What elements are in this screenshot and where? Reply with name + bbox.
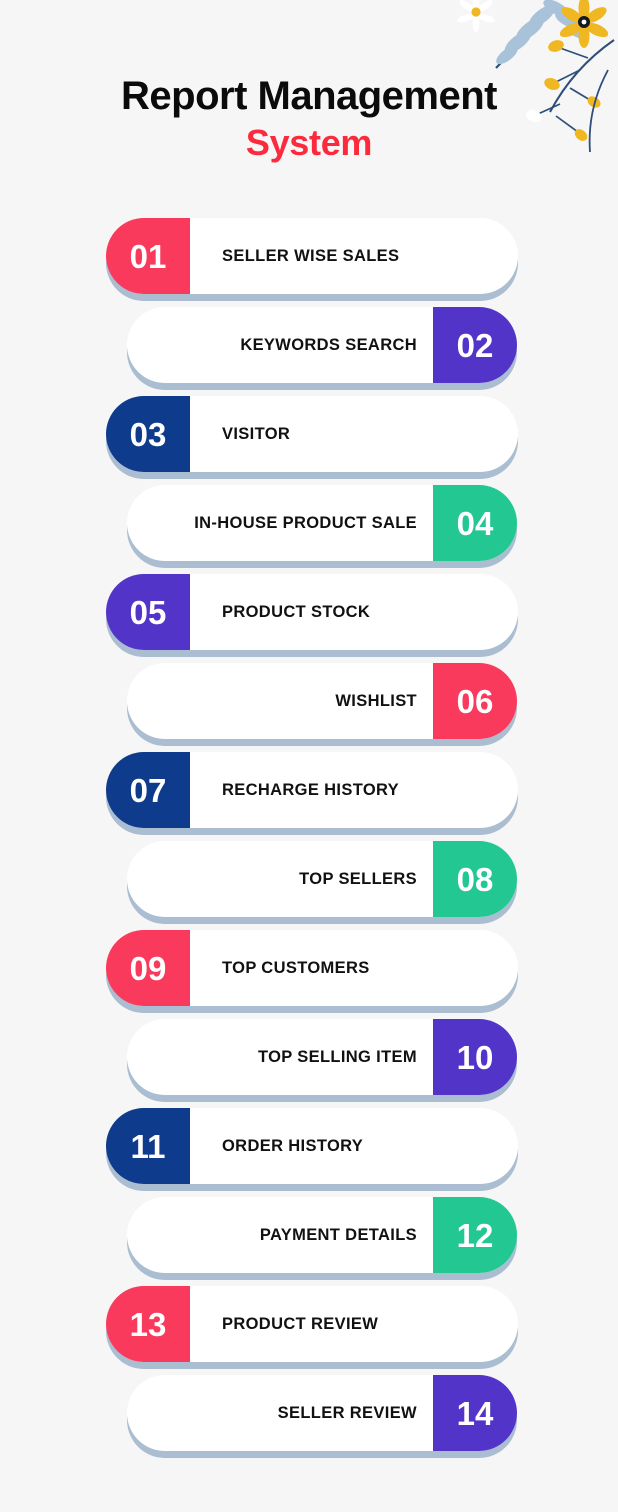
item-number-badge: 12 bbox=[433, 1197, 517, 1273]
report-item-pill[interactable]: 04 IN-HOUSE PRODUCT SALE bbox=[127, 485, 517, 568]
item-title-label: TOP SELLING ITEM bbox=[257, 1047, 417, 1066]
page-title: Report Management System bbox=[0, 74, 618, 163]
report-item-row[interactable]: 04 IN-HOUSE PRODUCT SALE bbox=[0, 482, 618, 571]
report-item-row[interactable]: 10 TOP SELLING ITEM bbox=[0, 1016, 618, 1105]
item-number-badge: 03 bbox=[106, 396, 190, 472]
report-item-row[interactable]: 14 SELLER REVIEW bbox=[0, 1372, 618, 1461]
item-number-label: 06 bbox=[456, 682, 494, 720]
report-item-row[interactable]: 03 VISITOR bbox=[0, 393, 618, 482]
item-number-badge: 02 bbox=[433, 307, 517, 383]
report-item-pill[interactable]: 03 VISITOR bbox=[106, 396, 518, 479]
report-item-pill[interactable]: 10 TOP SELLING ITEM bbox=[127, 1019, 517, 1102]
report-item-row[interactable]: 13 PRODUCT REVIEW bbox=[0, 1283, 618, 1372]
item-title-label: KEYWORDS SEARCH bbox=[240, 335, 417, 354]
report-item-pill[interactable]: 13 PRODUCT REVIEW bbox=[106, 1286, 518, 1369]
daisy-flower bbox=[457, 0, 495, 32]
item-title-label: SELLER WISE SALES bbox=[222, 246, 400, 265]
report-item-pill[interactable]: 14 SELLER REVIEW bbox=[127, 1375, 517, 1458]
item-title-label: TOP SELLERS bbox=[299, 869, 417, 888]
item-number-badge: 06 bbox=[433, 663, 517, 739]
item-number-label: 12 bbox=[456, 1216, 494, 1254]
report-item-row[interactable]: 08 TOP SELLERS bbox=[0, 838, 618, 927]
item-title-label: VISITOR bbox=[222, 424, 291, 443]
item-number-badge: 09 bbox=[106, 930, 190, 1006]
item-number-label: 11 bbox=[130, 1127, 166, 1165]
report-item-row[interactable]: 01 SELLER WISE SALES bbox=[0, 215, 618, 304]
item-number-label: 03 bbox=[129, 415, 167, 453]
item-title-label: TOP CUSTOMERS bbox=[222, 958, 370, 977]
report-item-pill[interactable]: 08 TOP SELLERS bbox=[127, 841, 517, 924]
item-number-badge: 13 bbox=[106, 1286, 190, 1362]
report-item-pill[interactable]: 06 WISHLIST bbox=[127, 663, 517, 746]
item-number-badge: 10 bbox=[433, 1019, 517, 1095]
item-number-label: 01 bbox=[129, 237, 167, 275]
item-title-label: PAYMENT DETAILS bbox=[259, 1225, 417, 1244]
item-title-label: RECHARGE HISTORY bbox=[222, 780, 400, 799]
leaf-sprig-group bbox=[495, 0, 587, 69]
item-number-label: 14 bbox=[456, 1394, 494, 1432]
item-number-label: 07 bbox=[129, 771, 167, 809]
report-item-pill[interactable]: 07 RECHARGE HISTORY bbox=[106, 752, 518, 835]
item-number-badge: 07 bbox=[106, 752, 190, 828]
report-item-pill[interactable]: 05 PRODUCT STOCK bbox=[106, 574, 518, 657]
report-item-row[interactable]: 12 PAYMENT DETAILS bbox=[0, 1194, 618, 1283]
item-number-badge: 11 bbox=[106, 1108, 190, 1184]
report-item-row[interactable]: 07 RECHARGE HISTORY bbox=[0, 749, 618, 838]
report-item-row[interactable]: 02 KEYWORDS SEARCH bbox=[0, 304, 618, 393]
report-item-pill[interactable]: 02 KEYWORDS SEARCH bbox=[127, 307, 517, 390]
report-item-pill[interactable]: 01 SELLER WISE SALES bbox=[106, 218, 518, 301]
item-title-label: WISHLIST bbox=[335, 691, 417, 710]
report-item-list: 01 SELLER WISE SALES 02 KEYWORDS SEARCH 03 VI… bbox=[0, 215, 618, 1461]
report-item-row[interactable]: 09 TOP CUSTOMERS bbox=[0, 927, 618, 1016]
item-number-label: 13 bbox=[129, 1305, 167, 1343]
item-number-label: 04 bbox=[456, 504, 494, 542]
item-title-label: SELLER REVIEW bbox=[277, 1403, 417, 1422]
item-title-label: PRODUCT STOCK bbox=[222, 602, 371, 621]
yellow-flower bbox=[559, 0, 609, 48]
item-number-label: 10 bbox=[456, 1038, 494, 1076]
report-item-row[interactable]: 11 ORDER HISTORY bbox=[0, 1105, 618, 1194]
item-number-badge: 08 bbox=[433, 841, 517, 917]
item-number-badge: 14 bbox=[433, 1375, 517, 1451]
item-number-badge: 01 bbox=[106, 218, 190, 294]
report-item-row[interactable]: 05 PRODUCT STOCK bbox=[0, 571, 618, 660]
report-item-row[interactable]: 06 WISHLIST bbox=[0, 660, 618, 749]
item-number-badge: 04 bbox=[433, 485, 517, 561]
item-number-label: 09 bbox=[129, 949, 167, 987]
item-title-label: PRODUCT REVIEW bbox=[222, 1314, 379, 1333]
item-number-badge: 05 bbox=[106, 574, 190, 650]
page-title-line-1: Report Management bbox=[121, 74, 498, 118]
item-number-label: 08 bbox=[456, 860, 494, 898]
report-item-pill[interactable]: 09 TOP CUSTOMERS bbox=[106, 930, 518, 1013]
item-title-label: ORDER HISTORY bbox=[222, 1136, 364, 1155]
report-item-pill[interactable]: 12 PAYMENT DETAILS bbox=[127, 1197, 517, 1280]
item-number-label: 05 bbox=[129, 593, 167, 631]
report-item-pill[interactable]: 11 ORDER HISTORY bbox=[106, 1108, 518, 1191]
item-title-label: IN-HOUSE PRODUCT SALE bbox=[194, 513, 417, 532]
page-title-line-2: System bbox=[245, 121, 373, 163]
item-number-label: 02 bbox=[456, 326, 494, 364]
